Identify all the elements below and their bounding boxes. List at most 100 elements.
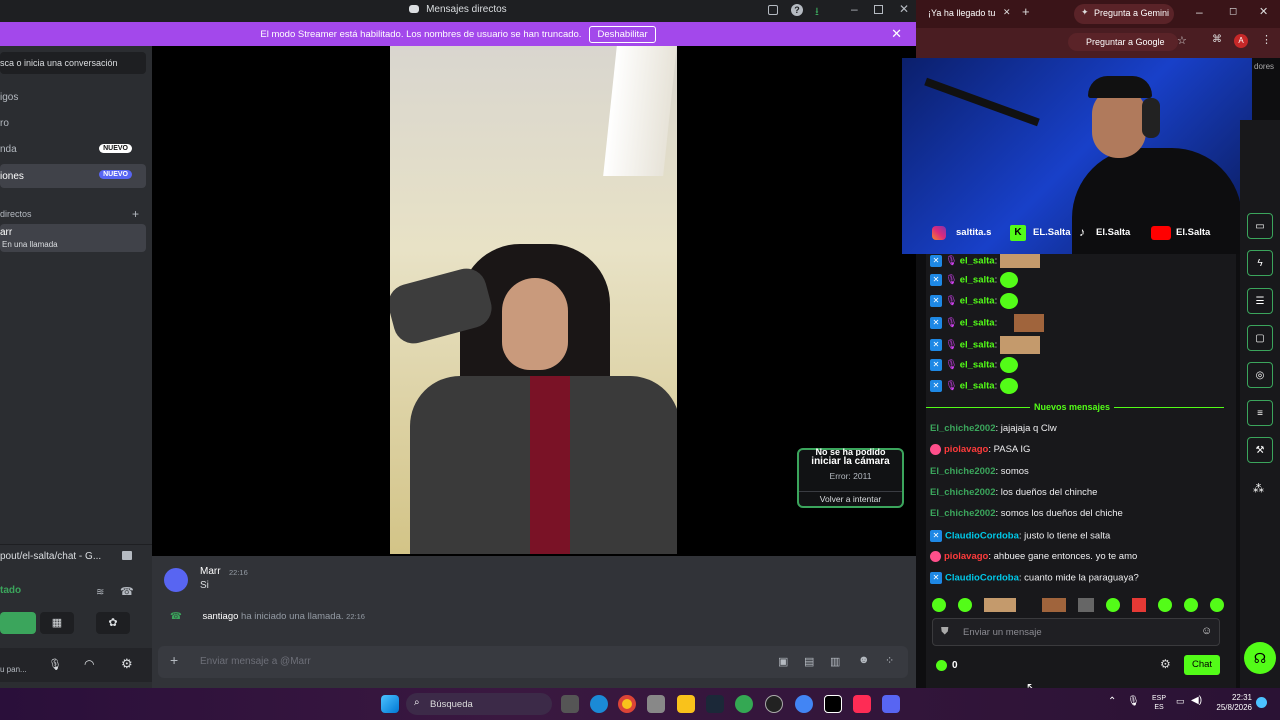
language-indicator[interactable]: ESP ES (1148, 694, 1170, 712)
bookmark-star-icon[interactable]: ☆ (1177, 34, 1187, 47)
rail-chat-icon[interactable]: ▢ (1247, 325, 1273, 351)
add-dm-icon[interactable]: + (132, 207, 139, 221)
sidebar-item-friends[interactable]: igos (0, 92, 146, 110)
task-view-icon[interactable] (561, 695, 579, 713)
emoji-icon[interactable]: ☺ (1201, 625, 1212, 637)
emote-option[interactable] (1042, 598, 1066, 612)
emote-option[interactable] (932, 598, 946, 612)
emote (999, 254, 1040, 268)
chrome-icon-2[interactable] (735, 695, 753, 713)
apps-icon[interactable]: ⁘ (885, 654, 894, 667)
chrome-icon-3[interactable] (795, 695, 813, 713)
banner-close-icon[interactable]: ✕ (891, 26, 902, 42)
soundboard-button[interactable]: ✿ (96, 612, 130, 634)
sticker-icon[interactable]: ▥ (830, 655, 840, 668)
tab-close-icon[interactable]: ✕ (1003, 7, 1011, 18)
menu-icon[interactable]: ⋮ (1261, 33, 1272, 46)
rail-bolt-icon[interactable]: ϟ (1247, 250, 1273, 276)
settings-gear-icon[interactable]: ⚙ (121, 656, 133, 672)
emote-option[interactable] (984, 598, 1016, 612)
network-icon[interactable]: ▭ (1176, 696, 1185, 707)
sidebar-item-nitro[interactable]: ro (0, 118, 146, 136)
gift-icon[interactable]: ▣ (778, 655, 788, 668)
github-icon[interactable] (765, 695, 783, 713)
download-icon[interactable]: ⭳ (815, 3, 819, 22)
video-button[interactable] (0, 612, 36, 634)
emote-option[interactable] (1078, 598, 1094, 612)
new-badge: NUEVO (99, 144, 132, 153)
extensions-icon[interactable]: ⌘ (1212, 34, 1222, 45)
minimize-icon[interactable]: – (851, 2, 858, 16)
ask-google-button[interactable]: Preguntar a Google (1068, 33, 1178, 51)
dm-item-marr[interactable]: arr En una llamada (0, 224, 146, 252)
chat-send-button[interactable]: Chat (1184, 655, 1220, 675)
close-icon[interactable]: ✕ (1259, 5, 1268, 18)
emote-option[interactable] (1132, 598, 1146, 612)
emoji-icon[interactable]: ☻ (858, 654, 870, 666)
attach-plus-icon[interactable]: + (170, 652, 178, 668)
activities-button[interactable]: ▦ (40, 612, 74, 634)
maximize-icon[interactable] (874, 5, 883, 14)
steam-icon[interactable] (706, 695, 724, 713)
rail-share-icon[interactable]: ⁂ (1253, 482, 1264, 495)
help-icon[interactable]: ? (791, 4, 803, 16)
capcut-icon[interactable] (824, 695, 842, 713)
emote (999, 378, 1018, 394)
headphones-icon[interactable]: ◠ (84, 657, 94, 671)
volume-icon[interactable]: ◀) (1191, 695, 1202, 706)
chrome-icon[interactable] (618, 695, 636, 713)
sidebar-item-shop[interactable]: nda NUEVO (0, 144, 146, 162)
support-chat-icon[interactable]: ☊ (1244, 642, 1276, 674)
points-icon[interactable] (936, 660, 947, 671)
disable-streamer-button[interactable]: Deshabilitar (589, 25, 656, 43)
new-tab-icon[interactable]: + (1022, 4, 1030, 19)
message-author[interactable]: Marr (200, 566, 221, 577)
rail-broadcast-icon[interactable]: ◎ (1247, 362, 1273, 388)
close-icon[interactable]: ✕ (899, 2, 909, 16)
emote-option[interactable] (1106, 598, 1120, 612)
chat-settings-icon[interactable]: ⚙ (1160, 657, 1171, 671)
clock[interactable]: 22:31 25/8/2026 (1206, 693, 1252, 713)
restore-icon[interactable]: ◻ (1229, 6, 1237, 17)
rail-users-icon[interactable]: ▭ (1247, 213, 1273, 239)
inbox-icon[interactable] (768, 5, 778, 15)
emote-option[interactable] (1210, 598, 1224, 612)
microphone-icon[interactable]: 🎙 (48, 658, 62, 671)
emote-option[interactable] (958, 598, 972, 612)
activity-panel[interactable]: pout/el-salta/chat - G... (0, 544, 152, 566)
emote-picker-row (932, 598, 1226, 614)
store-icon[interactable] (647, 695, 665, 713)
remote-video-stream[interactable] (390, 46, 677, 554)
profile-avatar[interactable]: A (1234, 34, 1248, 48)
avatar[interactable] (164, 568, 188, 592)
tray-mic-icon[interactable]: 🎙 (1127, 696, 1140, 707)
rail-stack-icon[interactable]: ≡ (1247, 400, 1273, 426)
emote-option[interactable] (1158, 598, 1172, 612)
new-messages-divider[interactable]: Nuevos mensajes (926, 402, 1224, 412)
rail-wrench-icon[interactable]: ⚒ (1247, 437, 1273, 463)
message-input[interactable]: + Enviar mensaje a @Marr ▣ ▤ ▥ ☻ ⁘ (158, 646, 908, 678)
chat-message: piolavago: ahbuee gane entonces. yo te a… (930, 551, 1137, 562)
sidebar-item-missions[interactable]: iones NUEVO (0, 164, 146, 188)
tray-chevron-icon[interactable]: ⌃ (1108, 696, 1116, 707)
start-button[interactable] (381, 695, 399, 713)
minimize-icon[interactable]: – (1196, 5, 1203, 19)
file-explorer-icon[interactable] (677, 695, 695, 713)
gemini-tab[interactable]: ✦ Pregunta a Gemini (1074, 4, 1174, 24)
taskbar-search[interactable]: ⌕ Búsqueda (406, 693, 552, 715)
search-input[interactable]: sca o inicia una conversación (0, 52, 146, 74)
gif-icon[interactable]: ▤ (804, 655, 814, 668)
screen-share-icon[interactable] (122, 551, 132, 560)
phone-icon: ☎ (170, 611, 182, 622)
bookmark-folder[interactable]: dores (1254, 62, 1274, 71)
notification-icon[interactable] (1256, 697, 1267, 708)
emote-option[interactable] (1184, 598, 1198, 612)
chat-input[interactable]: ⛊ Enviar un mensaje ☺ (932, 618, 1220, 646)
browser-tab[interactable]: ¡Ya ha llegado tu (928, 8, 995, 18)
disconnect-icon[interactable]: ☎ (120, 585, 134, 598)
rail-list-icon[interactable]: ☰ (1247, 288, 1273, 314)
retry-camera-button[interactable]: Volver a intentar (799, 491, 902, 504)
discord-taskbar-icon[interactable] (882, 695, 900, 713)
edge-icon[interactable] (590, 695, 608, 713)
tiktok-icon[interactable] (853, 695, 871, 713)
